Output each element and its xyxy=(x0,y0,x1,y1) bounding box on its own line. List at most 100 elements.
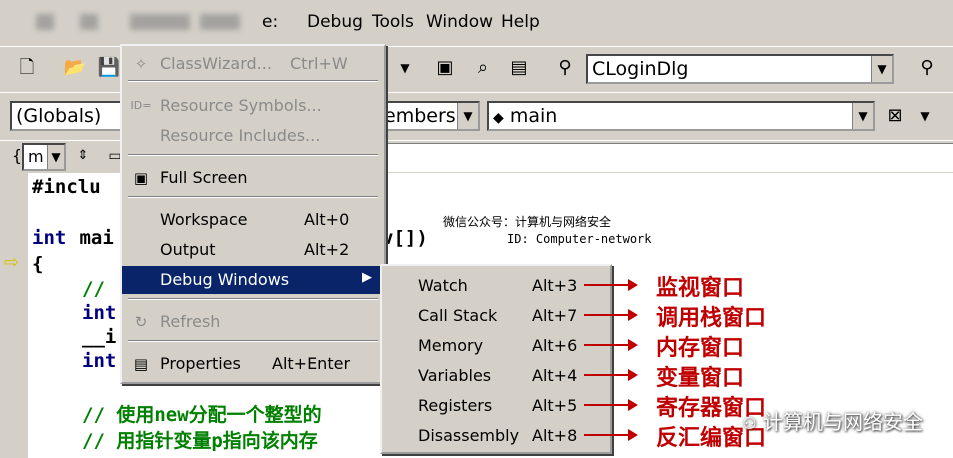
menu-item-output[interactable]: Output Alt+2 xyxy=(122,236,384,264)
menu-item-call-stack[interactable]: Call Stack Alt+7 xyxy=(382,302,610,330)
output-window-icon[interactable]: ▤ xyxy=(506,55,532,81)
function-combo[interactable]: ◆ main ▼ xyxy=(487,101,875,131)
code-comment: // 使用new分配一个整型的 xyxy=(82,404,322,426)
members-combo[interactable]: embers ▼ xyxy=(380,101,480,131)
watermark-line: 微信公众号：计算机与网络安全 xyxy=(443,215,612,229)
menu-item-full-screen[interactable]: ▣ Full Screen xyxy=(122,164,384,192)
menu-item-memory[interactable]: Memory Alt+6 xyxy=(382,332,610,360)
editor-header-strip xyxy=(380,143,953,172)
annotation-arrow xyxy=(584,279,638,291)
menu-item-resource-includes[interactable]: Resource Includes... xyxy=(122,122,384,150)
wizard-action-icon[interactable]: ⊠ xyxy=(882,103,908,129)
menu-help[interactable]: Help xyxy=(501,12,540,32)
code-comment: // 用指针变量p指向该内存 xyxy=(82,430,318,452)
ide-window: e: Debug Tools Window Help 🗋 📂 💾 ▼ ▣ ⌕ ▤… xyxy=(0,0,953,458)
new-file-icon[interactable]: 🗋 xyxy=(14,55,40,81)
menu-separator xyxy=(128,196,378,198)
full-screen-icon: ▣ xyxy=(133,169,149,187)
annotation-note: 内存窗口 xyxy=(656,336,745,361)
code-keyword: int xyxy=(82,302,117,324)
menu-item-shortcut: Alt+8 xyxy=(532,426,578,445)
workspace-icon[interactable]: ▣ xyxy=(432,55,458,81)
spinner-icon[interactable]: ⇕ xyxy=(70,143,96,169)
annotation-note: 监视窗口 xyxy=(656,276,745,301)
chevron-down-icon[interactable]: ▼ xyxy=(457,103,478,129)
save-icon[interactable]: 💾 xyxy=(96,55,122,81)
menu-item-shortcut: Alt+4 xyxy=(532,366,578,385)
members-combo-value: embers xyxy=(384,105,456,127)
menubar: e: Debug Tools Window Help xyxy=(0,0,953,46)
indicator-combo[interactable]: m ▼ xyxy=(22,143,66,171)
current-line-arrow-icon: ⇨ xyxy=(4,252,20,273)
properties-icon: ▤ xyxy=(133,355,149,373)
chevron-down-icon[interactable]: ▼ xyxy=(871,56,892,82)
menu-item-label: Resource Includes... xyxy=(160,126,321,145)
menu-item-label: Variables xyxy=(418,366,492,385)
code-line: { xyxy=(32,253,44,275)
menu-item-label: Refresh xyxy=(160,312,221,331)
menu-item-workspace[interactable]: Workspace Alt+0 xyxy=(122,206,384,234)
menu-item-label: ClassWizard... xyxy=(160,54,272,73)
class-combo-value: CLoginDlg xyxy=(592,58,689,80)
annotation-arrow xyxy=(584,339,638,351)
function-combo-value: main xyxy=(509,105,558,127)
chevron-down-icon[interactable]: ▼ xyxy=(47,145,64,169)
menu-item-label: Workspace xyxy=(160,210,248,229)
menu-item-shortcut: Alt+3 xyxy=(532,276,578,295)
dropdown-arrow-icon[interactable]: ▼ xyxy=(912,103,938,129)
code-keyword: int xyxy=(32,227,67,249)
watermark-line: ID: Computer-network xyxy=(507,232,652,246)
editor-gutter xyxy=(0,173,28,458)
menu-item-label: Memory xyxy=(418,336,484,355)
submenu-arrow-icon: ▶ xyxy=(362,270,372,285)
menu-item-refresh[interactable]: ↻ Refresh xyxy=(122,308,384,336)
brand-text: 计算机与网络安全 xyxy=(763,410,923,434)
menu-item-label: Properties xyxy=(160,354,241,373)
menu-item-disassembly[interactable]: Disassembly Alt+8 xyxy=(382,422,610,450)
menu-item-debug-windows[interactable]: Debug Windows ▶ xyxy=(122,266,384,294)
menu-item-properties[interactable]: ▤ Properties Alt+Enter xyxy=(122,350,384,378)
function-icon: ◆ xyxy=(493,110,504,126)
annotation-arrow xyxy=(584,399,638,411)
menu-item-registers[interactable]: Registers Alt+5 xyxy=(382,392,610,420)
view-menu: ✧ ClassWizard... Ctrl+W ID= Resource Sym… xyxy=(120,44,386,384)
code-line: mai xyxy=(68,227,114,249)
refresh-icon: ↻ xyxy=(134,313,148,331)
menu-item-shortcut: Alt+2 xyxy=(304,240,350,259)
menu-item-label: Full Screen xyxy=(160,168,248,187)
binoculars-icon[interactable]: ⚲ xyxy=(914,55,940,81)
menu-item-shortcut: Alt+5 xyxy=(532,396,578,415)
dropdown-arrow-icon[interactable]: ▼ xyxy=(392,55,418,81)
find-in-files-icon[interactable]: ⌕ xyxy=(470,55,496,81)
id-icon: ID= xyxy=(130,99,152,112)
annotation-note: 变量窗口 xyxy=(656,366,745,391)
blurred-menu-item xyxy=(80,14,98,30)
annotation-note: 调用栈窗口 xyxy=(656,306,767,331)
menu-item-label: Debug Windows xyxy=(160,270,290,289)
open-folder-icon[interactable]: 📂 xyxy=(62,55,88,81)
menu-partial[interactable]: e: xyxy=(262,12,278,32)
menu-item-classwizard[interactable]: ✧ ClassWizard... Ctrl+W xyxy=(122,50,384,78)
scope-combo[interactable]: (Globals) xyxy=(10,101,122,131)
menu-item-variables[interactable]: Variables Alt+4 xyxy=(382,362,610,390)
menu-window[interactable]: Window xyxy=(426,12,493,32)
binoculars-icon[interactable]: ⚲ xyxy=(552,55,578,81)
menu-separator xyxy=(128,298,378,300)
annotation-arrow xyxy=(584,429,638,441)
menu-debug[interactable]: Debug xyxy=(307,12,363,32)
menu-item-shortcut: Alt+0 xyxy=(304,210,350,229)
menu-separator xyxy=(128,340,378,342)
menu-separator xyxy=(128,80,378,82)
chevron-down-icon[interactable]: ▼ xyxy=(852,103,873,129)
brand-watermark: ⚇ 计算机与网络安全 xyxy=(742,406,923,435)
menu-item-resource-symbols[interactable]: ID= Resource Symbols... xyxy=(122,92,384,120)
class-combo[interactable]: CLoginDlg ▼ xyxy=(586,54,894,84)
code-line: v[]) xyxy=(382,227,428,249)
wand-icon: ✧ xyxy=(134,55,148,73)
code-line: #inclu xyxy=(32,176,101,198)
menu-item-watch[interactable]: Watch Alt+3 xyxy=(382,272,610,300)
code-keyword: int xyxy=(82,350,117,372)
menu-item-label: Output xyxy=(160,240,216,259)
annotation-arrow xyxy=(584,369,638,381)
menu-tools[interactable]: Tools xyxy=(372,12,414,32)
